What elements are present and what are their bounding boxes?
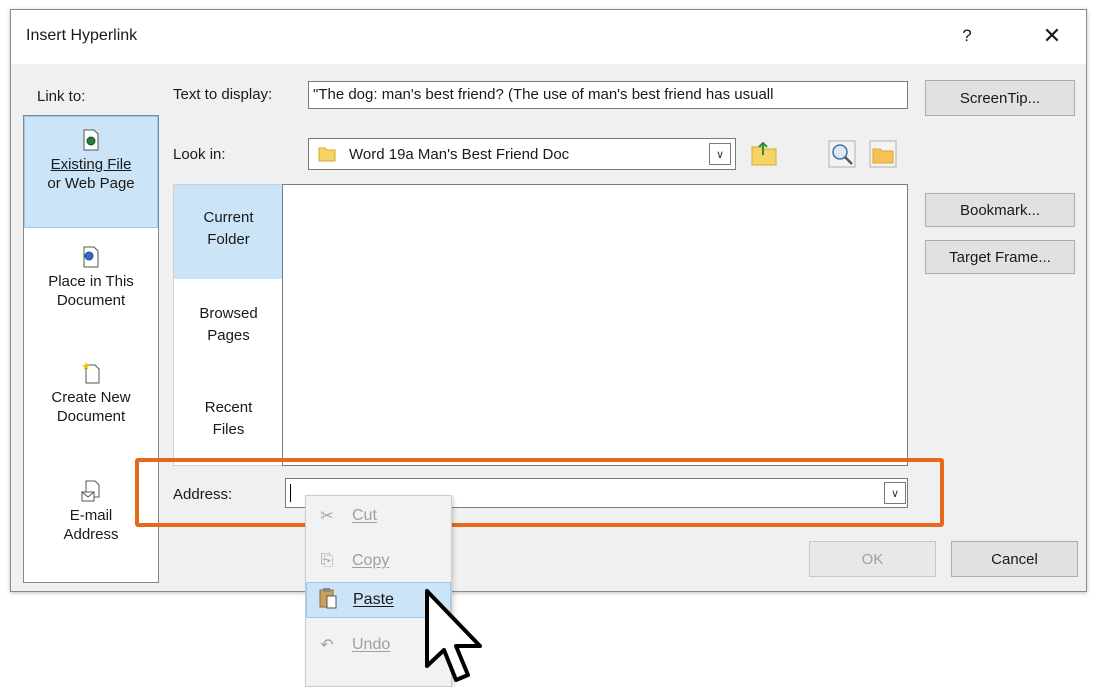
place-recent-files[interactable]: Recent Files <box>174 397 283 441</box>
context-paste-label: Paste <box>353 591 394 608</box>
browse-file-icon[interactable] <box>868 139 898 169</box>
cancel-button[interactable]: Cancel <box>951 541 1078 577</box>
context-undo-label: Undo <box>352 636 391 653</box>
dialog-title: Insert Hyperlink <box>26 27 138 44</box>
link-to-existing-line1: Existing File <box>50 156 132 173</box>
place-browsed-line1: Browsed <box>199 305 258 322</box>
text-to-display-input[interactable]: "The dog: man's best friend? (The use of… <box>308 81 908 109</box>
link-to-create-new-document[interactable]: Create New Document <box>24 350 158 462</box>
link-to-place-line1: Place in This <box>48 273 134 290</box>
place-current-folder[interactable]: Current Folder <box>174 185 283 279</box>
up-one-folder-icon[interactable] <box>749 139 779 169</box>
close-button[interactable]: ✕ <box>1032 21 1072 51</box>
ok-button[interactable]: OK <box>809 541 936 577</box>
browse-web-icon[interactable] <box>827 139 857 169</box>
title-bar: Insert Hyperlink ? ✕ <box>11 10 1086 64</box>
email-icon <box>81 480 100 502</box>
new-document-icon <box>82 362 100 384</box>
look-in-dropdown[interactable]: Word 19a Man's Best Friend Doc ∨ <box>308 138 736 170</box>
file-list[interactable] <box>282 184 908 466</box>
link-to-existing-file[interactable]: Existing File or Web Page <box>24 116 158 228</box>
target-frame-button[interactable]: Target Frame... <box>925 240 1075 274</box>
screentip-button[interactable]: ScreenTip... <box>925 80 1075 116</box>
places-panel: Current Folder Browsed Pages Recent File… <box>173 184 284 466</box>
place-browsed-pages[interactable]: Browsed Pages <box>174 303 283 347</box>
link-to-label: Link to: <box>37 88 86 105</box>
place-current-line1: Current <box>203 209 254 226</box>
link-to-email-line2: Address <box>63 526 119 543</box>
link-to-new-line2: Document <box>56 408 126 425</box>
help-button[interactable]: ? <box>949 21 985 51</box>
text-to-display-label: Text to display: <box>173 86 273 103</box>
place-browsed-line2: Pages <box>207 327 250 344</box>
context-cut-label: Cut <box>352 507 377 524</box>
link-to-new-line1: Create New <box>51 389 131 406</box>
link-to-place-line2: Document <box>56 292 126 309</box>
bookmark-button[interactable]: Bookmark... <box>925 193 1075 227</box>
place-current-line2: Folder <box>207 231 250 248</box>
look-in-value: Word 19a Man's Best Friend Doc <box>349 146 570 163</box>
look-in-label: Look in: <box>173 146 226 163</box>
address-highlight-box <box>135 458 944 527</box>
place-in-document-icon <box>83 246 99 268</box>
place-recent-line1: Recent <box>204 399 253 416</box>
context-cut[interactable]: ✂ Cut <box>306 498 451 534</box>
link-to-email-line1: E-mail <box>69 507 113 524</box>
cut-icon: ✂ <box>320 508 334 525</box>
chevron-down-icon[interactable]: ∨ <box>709 143 731 165</box>
existing-file-icon <box>83 129 99 151</box>
place-recent-line2: Files <box>212 421 245 438</box>
paste-icon <box>313 587 343 614</box>
folder-icon <box>318 147 336 162</box>
context-copy[interactable]: ⎘ Copy <box>306 543 451 579</box>
mouse-pointer-icon <box>425 589 482 682</box>
copy-icon: ⎘ <box>320 552 334 569</box>
link-to-existing-line2: or Web Page <box>47 175 135 192</box>
link-to-place-in-document[interactable]: Place in This Document <box>24 234 158 346</box>
undo-icon: ↶ <box>320 637 334 654</box>
context-copy-label: Copy <box>352 552 390 569</box>
